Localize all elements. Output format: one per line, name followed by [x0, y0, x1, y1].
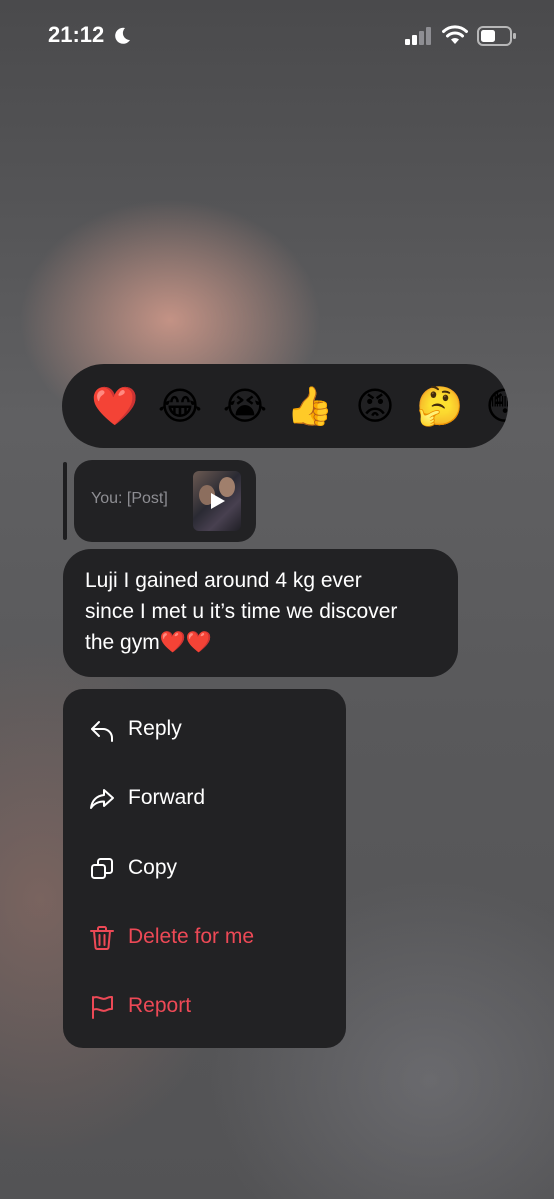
copy-icon — [91, 858, 113, 879]
reaction-laugh[interactable]: 😂 — [156, 382, 204, 430]
reaction-heart[interactable]: ❤️ — [91, 382, 139, 430]
context-menu: Reply Forward Copy Delete for me Report — [63, 689, 346, 1048]
flag-icon — [92, 995, 113, 1019]
message-text: Luji I gained around 4 kg ever since I m… — [85, 569, 398, 654]
reaction-angry[interactable]: 😡 — [351, 382, 399, 430]
reaction-cry[interactable]: 😭 — [221, 382, 269, 430]
reaction-flushed[interactable]: 😳 — [481, 382, 508, 430]
menu-item-report[interactable]: Report — [63, 974, 346, 1040]
moon-icon — [115, 27, 130, 44]
menu-item-label: Reply — [128, 717, 182, 740]
play-icon — [211, 493, 225, 509]
reaction-thinking[interactable]: 🤔 — [416, 382, 464, 430]
wifi-icon — [442, 25, 468, 44]
menu-item-label: Forward — [128, 786, 206, 809]
reaction-bar: ❤️ 😂 😭 👍 😡 🤔 😳 — [62, 364, 508, 448]
reply-preview-text: You: [Post] — [91, 490, 168, 507]
reply-indicator-bar — [63, 462, 67, 540]
menu-item-delete-for-me[interactable]: Delete for me — [63, 905, 346, 971]
reply-preview[interactable]: You: [Post] — [74, 460, 256, 542]
post-thumbnail[interactable] — [193, 471, 241, 531]
reply-icon — [91, 721, 113, 742]
menu-item-label: Report — [128, 994, 192, 1017]
menu-item-reply[interactable]: Reply — [63, 697, 346, 763]
battery-icon — [477, 26, 516, 46]
menu-item-label: Delete for me — [128, 925, 255, 948]
signal-icon — [405, 27, 431, 45]
message-bubble[interactable]: Luji I gained around 4 kg ever since I m… — [63, 549, 458, 677]
menu-item-label: Copy — [128, 856, 178, 879]
menu-item-copy[interactable]: Copy — [63, 836, 346, 902]
forward-icon — [90, 789, 114, 809]
menu-item-forward[interactable]: Forward — [63, 766, 346, 832]
reaction-thumbs-up[interactable]: 👍 — [286, 382, 334, 430]
status-time: 21:12 — [48, 22, 105, 47]
trash-icon — [90, 926, 114, 950]
status-bar: 21:12 — [0, 0, 554, 74]
